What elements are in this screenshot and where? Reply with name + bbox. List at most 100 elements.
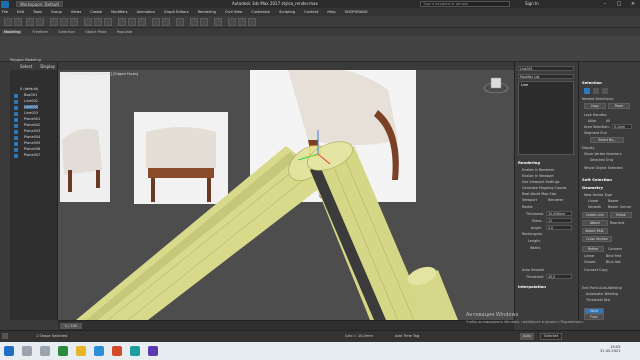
- maxscript-icon[interactable]: [2, 333, 8, 339]
- visibility-eye-icon[interactable]: [14, 124, 18, 128]
- select-region-icon[interactable]: [70, 18, 78, 26]
- visibility-eye-icon[interactable]: [14, 100, 18, 104]
- interpolation-rollout-title[interactable]: Interpolation: [518, 284, 546, 289]
- 3ds-max-taskbar-icon[interactable]: [130, 346, 140, 356]
- enable-in-renderer-checkbox[interactable]: Enable In Renderer: [522, 168, 554, 172]
- all-radio[interactable]: All: [606, 119, 610, 123]
- edge-icon[interactable]: [94, 346, 104, 356]
- viewport-radio[interactable]: Viewport: [522, 198, 537, 202]
- percent-snap-icon[interactable]: [138, 18, 146, 26]
- alike-radio[interactable]: Alike: [588, 119, 596, 123]
- menu-item-customize[interactable]: Customize: [251, 10, 270, 14]
- visibility-eye-icon[interactable]: [14, 118, 18, 122]
- copy-button[interactable]: Copy: [584, 103, 606, 109]
- select-object-icon[interactable]: [50, 18, 58, 26]
- explorer-select-menu[interactable]: Select: [20, 64, 32, 69]
- link-icon[interactable]: [26, 18, 34, 26]
- select-by-name-icon[interactable]: [60, 18, 68, 26]
- visibility-eye-icon[interactable]: [14, 136, 18, 140]
- visibility-eye-icon[interactable]: [14, 148, 18, 152]
- tab-object-paint[interactable]: Object Paint: [85, 30, 107, 34]
- key-filter-dropdown[interactable]: Selected: [540, 333, 562, 340]
- explorer-item[interactable]: Plane001: [24, 117, 40, 121]
- menu-item-content[interactable]: Content: [304, 10, 318, 14]
- menu-item-graph-editors[interactable]: Graph Editors: [164, 10, 189, 14]
- tab-modeling[interactable]: Modeling: [2, 30, 23, 34]
- perspective-viewport[interactable]: [58, 70, 514, 320]
- auto-key-button[interactable]: Auto: [520, 333, 534, 340]
- explorer-item[interactable]: Plane006: [24, 147, 40, 151]
- auto-smooth-checkbox[interactable]: Auto Smooth: [522, 268, 544, 272]
- bind-last-checkbox[interactable]: Bind last: [606, 260, 621, 264]
- workspace-selector[interactable]: Workspace: Default: [16, 1, 64, 7]
- explorer-item[interactable]: Line001: [24, 99, 38, 103]
- sides-spinner[interactable]: 12: [546, 218, 572, 223]
- object-name-field[interactable]: Line001: [518, 66, 574, 71]
- task-view-icon[interactable]: [40, 346, 50, 356]
- enable-in-viewport-checkbox[interactable]: Enable In Viewport: [522, 174, 554, 178]
- stack-item-line[interactable]: Line: [521, 83, 528, 87]
- automatic-welding-checkbox[interactable]: Automatic Welding: [586, 292, 618, 296]
- refine-button[interactable]: Refine: [582, 246, 604, 252]
- layer-icon[interactable]: [176, 18, 184, 26]
- create-line-button[interactable]: Create Line: [582, 212, 608, 218]
- search-icon[interactable]: [22, 346, 32, 356]
- explorer-item[interactable]: Line003: [24, 111, 38, 115]
- scale-icon[interactable]: [104, 18, 112, 26]
- explorer-item[interactable]: Plane007: [24, 153, 40, 157]
- menu-item-civil-view[interactable]: Civil View: [225, 10, 242, 14]
- close-icon[interactable]: ×: [626, 0, 640, 8]
- menu-item-help[interactable]: Help: [327, 10, 335, 14]
- schematic-icon[interactable]: [200, 18, 208, 26]
- start-button-icon[interactable]: [4, 346, 14, 356]
- bind-first-checkbox[interactable]: Bind first: [606, 254, 621, 258]
- explorer-item[interactable]: Plane004: [24, 135, 40, 139]
- fuse-button[interactable]: Fuse: [584, 314, 604, 320]
- rotate-icon[interactable]: [94, 18, 102, 26]
- menu-item-edit[interactable]: Edit: [17, 10, 24, 14]
- attach-button[interactable]: Attach: [582, 220, 608, 226]
- explorer-item[interactable]: Plane005: [24, 141, 40, 145]
- tab-selection[interactable]: Selection: [58, 30, 75, 34]
- geometry-rollout-title[interactable]: Geometry: [582, 185, 603, 190]
- thickness-spinner[interactable]: 30,008mm: [546, 211, 572, 216]
- paste-button[interactable]: Paste: [608, 103, 630, 109]
- lock-handles-checkbox[interactable]: Lock Handles: [584, 113, 607, 117]
- selection-rollout-title[interactable]: Selection: [582, 80, 602, 85]
- menu-item-rendering[interactable]: Rendering: [198, 10, 216, 14]
- area-selection-spinner[interactable]: 0,1mm: [612, 124, 632, 129]
- render-icon[interactable]: [248, 18, 256, 26]
- explorer-display-menu[interactable]: Display: [40, 64, 55, 69]
- system-clock[interactable]: 15:05 31.05.2021: [600, 345, 621, 353]
- menu-item-shopgrand[interactable]: SHOPGRAND: [345, 10, 368, 14]
- show-vertex-numbers-checkbox[interactable]: Show Vertex Numbers: [584, 152, 622, 156]
- linear-checkbox[interactable]: Linear: [584, 254, 595, 258]
- visibility-eye-icon[interactable]: [14, 130, 18, 134]
- rectangular-radio[interactable]: Rectangular: [522, 232, 542, 236]
- menu-item-animation[interactable]: Animation: [137, 10, 155, 14]
- time-slider-handle[interactable]: 0 / 100: [60, 323, 82, 329]
- real-world-map-checkbox[interactable]: Real-World Map Size: [522, 192, 556, 196]
- visibility-eye-icon[interactable]: [14, 94, 18, 98]
- maximize-icon[interactable]: □: [612, 0, 626, 8]
- menu-item-views[interactable]: Views: [71, 10, 81, 14]
- sign-in-button[interactable]: Sign In: [525, 1, 539, 6]
- unlink-icon[interactable]: [36, 18, 44, 26]
- linear-radio[interactable]: Linear: [588, 199, 599, 203]
- snap-icon[interactable]: [118, 18, 126, 26]
- messenger-icon[interactable]: [148, 346, 158, 356]
- app-icon[interactable]: [112, 346, 122, 356]
- rendering-rollout-title[interactable]: Rendering: [518, 160, 540, 165]
- explorer-item[interactable]: Box001: [24, 93, 37, 97]
- break-button[interactable]: Break: [610, 212, 632, 218]
- connect-checkbox[interactable]: Connect: [608, 247, 622, 251]
- menu-item-scripting[interactable]: Scripting: [279, 10, 295, 14]
- soft-selection-rollout-title[interactable]: Soft Selection: [582, 177, 612, 182]
- add-time-tag-button[interactable]: Add Time Tag: [395, 334, 419, 338]
- app-logo-icon[interactable]: [1, 0, 9, 8]
- menu-item-modifiers[interactable]: Modifiers: [111, 10, 127, 14]
- closed-checkbox[interactable]: Closed: [584, 260, 595, 264]
- explorer-root-item[interactable]: 0 (default): [20, 87, 38, 91]
- chrome-icon[interactable]: [58, 346, 68, 356]
- file-explorer-icon[interactable]: [76, 346, 86, 356]
